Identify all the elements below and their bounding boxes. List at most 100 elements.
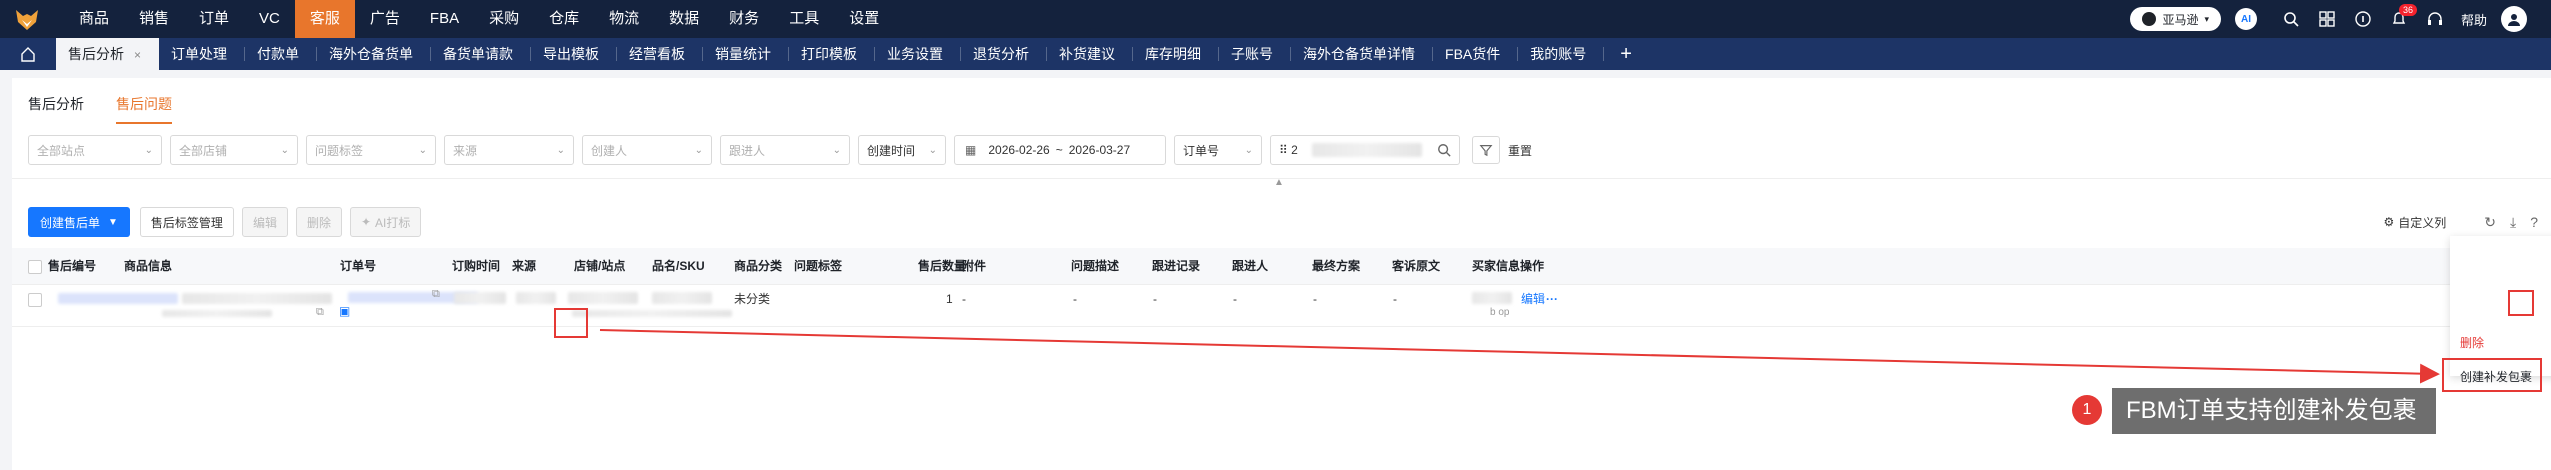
tab-item[interactable]: 导出模板 (531, 38, 618, 70)
close-icon[interactable]: × (134, 48, 141, 62)
tab-item[interactable]: 业务设置 (875, 38, 962, 70)
tab-item[interactable]: 库存明细 (1133, 38, 1220, 70)
store-select-label: 全部店铺 (179, 143, 228, 158)
nav-item[interactable]: FBA (415, 0, 474, 38)
nav-item[interactable]: 订单 (184, 0, 244, 38)
collapse-up-icon[interactable]: ▲ (1274, 177, 1284, 188)
date-range-picker[interactable]: ▦ 2026-02-26 ~ 2026-03-27 (954, 135, 1166, 165)
ai-tag-button[interactable]: ✦ AI打标 (349, 207, 422, 237)
tab-item[interactable]: 补货建议 (1047, 38, 1134, 70)
copy-icon[interactable]: ⧉ (316, 306, 324, 319)
nav-item[interactable]: 采购 (474, 0, 534, 38)
tab-item[interactable]: 我的账号 (1518, 38, 1605, 70)
edit-button[interactable]: 编辑 (241, 207, 288, 237)
column-header: 商品分类 (734, 259, 783, 273)
apps-grid-icon[interactable] (2309, 0, 2345, 38)
nav-item[interactable]: 物流 (594, 0, 654, 38)
date-start: 2026-02-26 (988, 143, 1050, 157)
chevron-down-icon: ⌄ (928, 144, 937, 156)
sub-tab[interactable]: 售后问题 (116, 94, 172, 124)
tab-item[interactable]: 付款单 (245, 38, 318, 70)
source-select-label: 来源 (453, 143, 478, 158)
row-checkbox[interactable] (28, 293, 42, 307)
tab-item[interactable]: 海外仓备货单 (317, 38, 432, 70)
fbm-order-icon[interactable]: ▣ (339, 304, 350, 318)
nav-item[interactable]: 数据 (654, 0, 714, 38)
sub-tabs: 售后分析 售后问题 (28, 94, 204, 124)
column-header: 操作 (1520, 259, 1545, 273)
tab-item[interactable]: 售后分析 × (56, 38, 160, 70)
bell-icon[interactable]: 36 (2381, 0, 2417, 38)
user-avatar-icon[interactable] (2501, 6, 2527, 32)
info-icon[interactable] (2345, 0, 2381, 38)
nav-item[interactable]: 客服 (294, 0, 355, 38)
tab-item[interactable]: 退货分析 (961, 38, 1048, 70)
tag-select[interactable]: 问题标签 ⌄ (306, 135, 436, 165)
copy-icon[interactable]: ⧉ (432, 288, 440, 301)
site-select[interactable]: 全部站点 ⌄ (28, 135, 162, 165)
select-all-checkbox[interactable] (28, 260, 42, 274)
chevron-down-icon: ▾ (2204, 13, 2209, 24)
delete-button[interactable]: 删除 (295, 207, 342, 237)
tab-label: 补货建议 (1059, 46, 1116, 62)
nav-item[interactable]: 财务 (714, 0, 774, 38)
nav-item[interactable]: 仓库 (534, 0, 594, 38)
tab-item[interactable]: 销量统计 (703, 38, 790, 70)
search-icon[interactable] (2273, 0, 2309, 38)
custom-columns-button[interactable]: ⚙ 自定义列 (2383, 214, 2446, 231)
creator-select-label: 创建人 (591, 143, 628, 158)
tab-label: 售后分析 (68, 46, 124, 62)
filter-icon[interactable] (1472, 136, 1500, 164)
reset-button[interactable]: 重置 (1508, 142, 1532, 159)
ai-assistant-button[interactable]: AI (2234, 8, 2257, 30)
dropdown-delete[interactable]: 删除 (2460, 334, 2484, 351)
nav-item[interactable]: VC (244, 0, 295, 38)
column-header: 售后数量 (918, 259, 967, 273)
sub-tab[interactable]: 售后分析 (28, 94, 84, 124)
tab-item[interactable]: FBA货件 (1433, 38, 1519, 70)
follower-select[interactable]: 跟进人 ⌄ (720, 135, 850, 165)
fox-logo-icon[interactable] (14, 6, 40, 32)
create-after-sale-label: 创建售后单 (40, 215, 101, 230)
create-after-sale-button[interactable]: 创建售后单 ▼ (28, 207, 130, 237)
help-link[interactable]: 帮助 (2461, 10, 2487, 29)
tab-item[interactable]: 备货单请款 (431, 38, 532, 70)
tag-manage-button[interactable]: 售后标签管理 (139, 207, 234, 237)
nav-item[interactable]: 工具 (774, 0, 834, 38)
tab-item[interactable]: 海外仓备货单详情 (1291, 38, 1434, 70)
top-navbar: 商品 销售 订单 VC 客服 广告 FBA 采购 仓库 物流 数据 财务 工具 设置 亚马逊 ▾ AI 3… (0, 0, 2551, 38)
time-type-select[interactable]: 创建时间 ⌄ (858, 135, 946, 165)
add-tab-button[interactable]: + (1604, 38, 1648, 70)
table-header: 售后编号 商品信息 订单号 订购时间 来源 店铺/站点 品名/SKU 商品分类 问题标签 售后数量… (12, 248, 2551, 285)
tab-label: 退货分析 (973, 46, 1030, 62)
nav-item[interactable]: 广告 (355, 0, 415, 38)
tab-item[interactable]: 子账号 (1219, 38, 1292, 70)
home-icon[interactable] (0, 38, 56, 70)
table-row[interactable]: ⧉ ⧉ ▣ 未分类 1 - - - - - - b op 编辑 ··· (12, 284, 2551, 327)
tab-item[interactable]: 订单处理 (159, 38, 246, 70)
nav-item[interactable]: 销售 (124, 0, 184, 38)
tab-label: 业务设置 (887, 46, 944, 62)
order-type-select[interactable]: 订单号 ⌄ (1174, 135, 1262, 165)
tab-item[interactable]: 打印模板 (789, 38, 876, 70)
open-tabs: 售后分析 × 订单处理 付款单 海外仓备货单 备货单请款 导出模板 经营看板 销量统计 打印模板 业… (56, 38, 1648, 70)
headset-icon[interactable] (2417, 0, 2453, 38)
store-switcher[interactable]: 亚马逊 ▾ (2130, 7, 2221, 31)
tab-label: 销量统计 (715, 46, 772, 62)
order-search-input[interactable]: ⠿ 2 (1270, 135, 1460, 165)
search-icon[interactable] (1437, 143, 1451, 157)
source-select[interactable]: 来源 ⌄ (444, 135, 574, 165)
store-select[interactable]: 全部店铺 ⌄ (170, 135, 298, 165)
column-header: 最终方案 (1312, 259, 1361, 273)
top-right-tools: 亚马逊 ▾ AI 36 帮助 (2130, 0, 2551, 38)
nav-item[interactable]: 设置 (834, 0, 894, 38)
tab-item[interactable]: 经营看板 (617, 38, 704, 70)
nav-item[interactable]: 商品 (64, 0, 124, 38)
creator-select[interactable]: 创建人 ⌄ (582, 135, 712, 165)
column-header: 附件 (962, 259, 987, 273)
help-circle-icon[interactable]: ? (2530, 214, 2538, 230)
download-icon[interactable]: ⤓ (2510, 214, 2516, 231)
row-edit-link[interactable]: 编辑 (1521, 284, 1545, 314)
refresh-icon[interactable]: ↻ (2484, 214, 2496, 231)
row-more-button[interactable]: ··· (1546, 284, 1558, 314)
